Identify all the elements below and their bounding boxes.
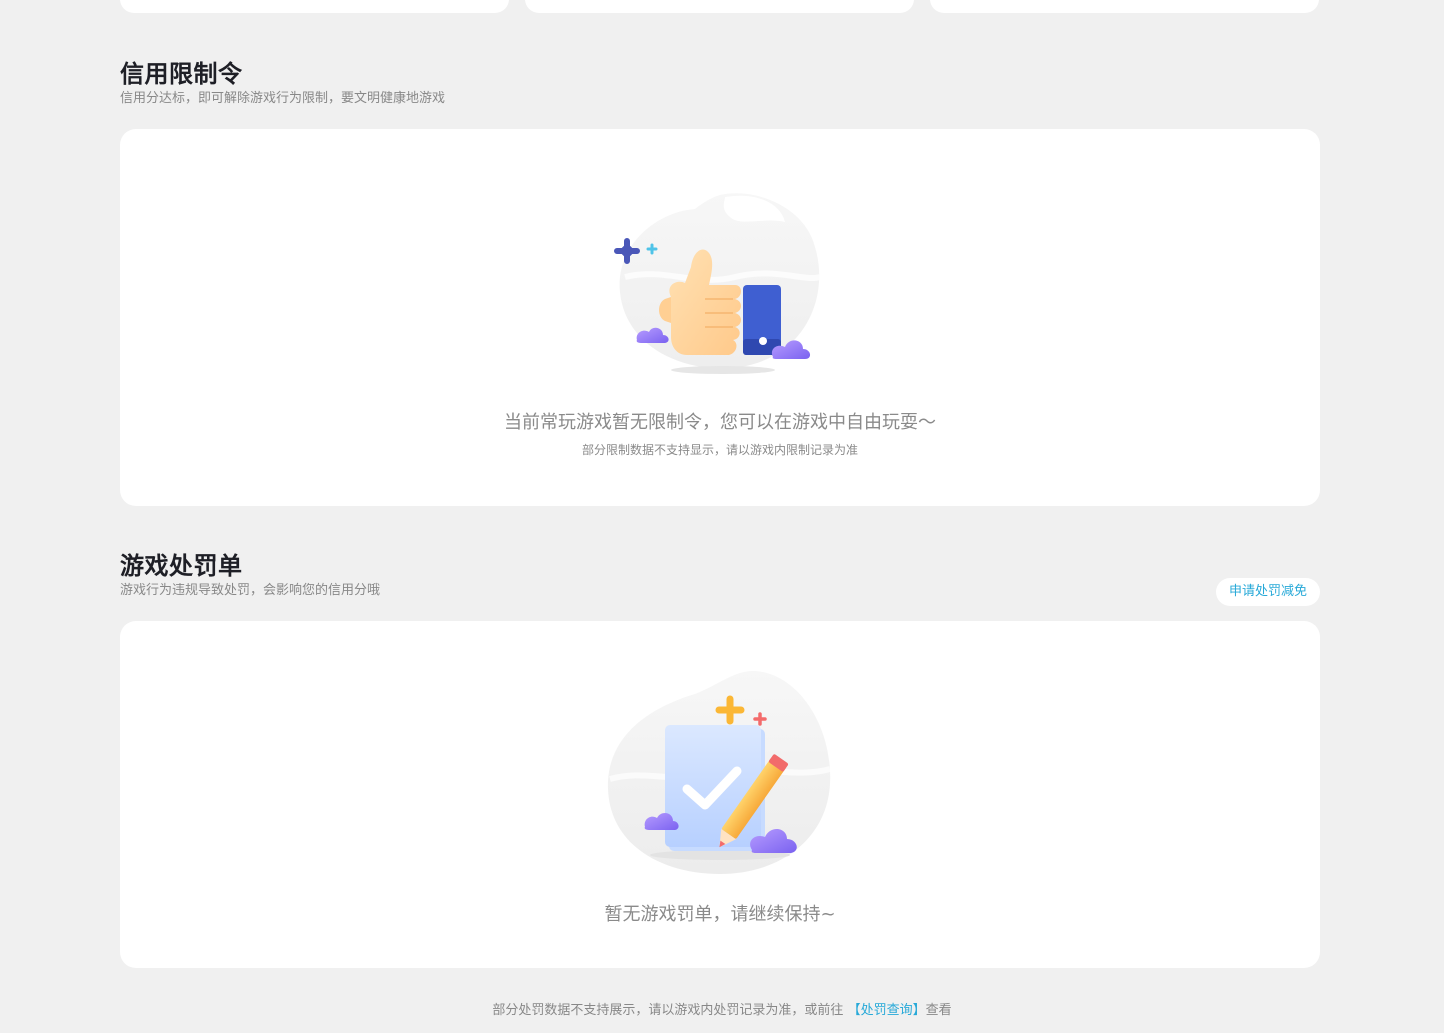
thumbs-up-illustration-icon — [614, 193, 821, 374]
footer-note: 部分处罚数据不支持展示，请以游戏内处罚记录为准，或前往 【处罚查询】查看 — [0, 999, 1444, 1018]
section-title: 信用限制令 — [120, 60, 243, 88]
section-subtitle: 游戏行为违规导致处罚，会影响您的信用分哦 — [120, 583, 381, 598]
penalty-query-link[interactable]: 【处罚查询】 — [848, 1003, 926, 1018]
top-card[interactable] — [525, 0, 914, 13]
penalty-card: 暂无游戏罚单，请继续保持~ — [120, 621, 1320, 968]
credit-restriction-card: 当前常玩游戏暂无限制令，您可以在游戏中自由玩耍～ 部分限制数据不支持显示，请以游… — [120, 129, 1320, 506]
empty-state-note: 部分限制数据不支持显示，请以游戏内限制记录为准 — [581, 443, 858, 457]
penalty-header: 游戏处罚单 游戏行为违规导致处罚，会影响您的信用分哦 申请处罚减免 — [120, 551, 1320, 606]
footer-suffix: 查看 — [925, 1003, 952, 1018]
credit-restriction-header: 信用限制令 信用分达标，即可解除游戏行为限制，要文明健康地游戏 — [120, 59, 1320, 108]
empty-state-text: 暂无游戏罚单，请继续保持~ — [604, 904, 836, 925]
top-card-row — [120, 0, 1320, 13]
section-subtitle: 信用分达标，即可解除游戏行为限制，要文明健康地游戏 — [120, 91, 446, 106]
page: 信用限制令 信用分达标，即可解除游戏行为限制，要文明健康地游戏 当前常玩游戏暂无… — [0, 0, 1444, 1033]
top-card[interactable] — [120, 0, 509, 13]
empty-state-text: 当前常玩游戏暂无限制令，您可以在游戏中自由玩耍～ — [504, 412, 936, 433]
checklist-pencil-illustration-icon — [607, 670, 831, 874]
apply-penalty-reduction-button[interactable]: 申请处罚减免 — [1215, 578, 1320, 606]
top-card[interactable] — [930, 0, 1319, 13]
footer-text: 部分处罚数据不支持展示，请以游戏内处罚记录为准，或前往 — [492, 1003, 844, 1018]
section-title: 游戏处罚单 — [120, 552, 243, 580]
